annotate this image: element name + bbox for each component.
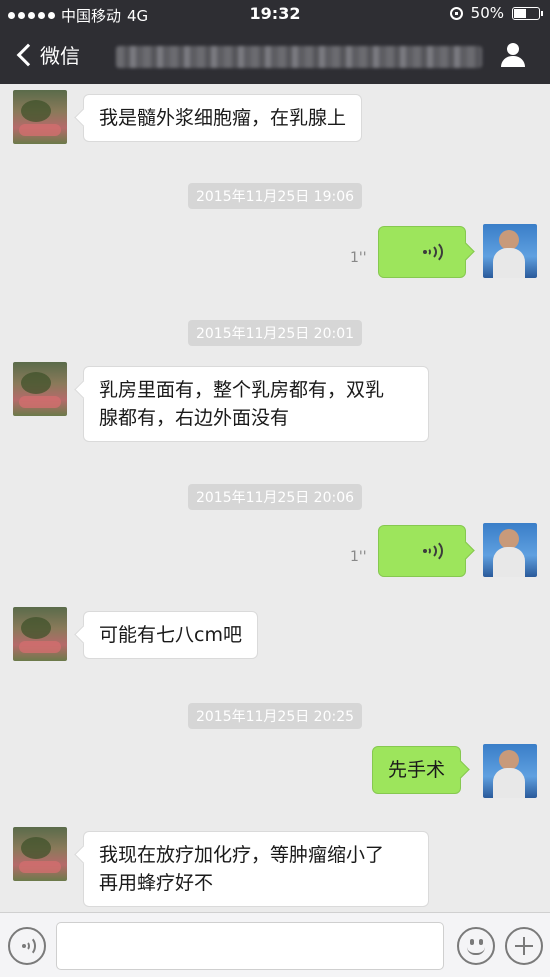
avatar-self[interactable] [483, 744, 537, 798]
timestamp-text: 2015年11月25日 20:06 [187, 484, 363, 510]
avatar-other[interactable] [13, 90, 67, 144]
timestamp: 2015年11月25日 20:01 [0, 320, 550, 346]
voice-input-button[interactable] [8, 927, 46, 965]
timestamp-text: 2015年11月25日 19:06 [187, 183, 363, 209]
message-text-line: 腺都有，右边外面没有 [99, 407, 290, 429]
message-bubble-outgoing[interactable]: 先手术 [372, 746, 462, 794]
avatar-self[interactable] [483, 523, 537, 577]
message-text-line: 我现在放疗加化疗，等肿瘤缩小了 [99, 844, 385, 866]
avatar-other[interactable] [13, 827, 67, 881]
avatar-other[interactable] [13, 362, 67, 416]
back-button[interactable]: 微信 [14, 40, 80, 69]
timestamp: 2015年11月25日 20:06 [0, 484, 550, 510]
rotation-lock-icon [449, 6, 463, 20]
status-right: 50% [449, 4, 543, 22]
status-bar: 中国移动 4G 19:32 50% [0, 0, 550, 28]
chat-title-blurred [116, 46, 482, 68]
nav-bar: 微信 [0, 28, 550, 84]
battery-percent: 50% [470, 4, 504, 22]
voice-message-bubble[interactable] [378, 525, 466, 577]
more-options-button[interactable] [505, 927, 543, 965]
chevron-left-icon [16, 43, 40, 66]
voice-duration: 1'' [350, 549, 367, 565]
message-bubble-incoming[interactable]: 我是髓外浆细胞瘤，在乳腺上 [83, 94, 363, 142]
voice-wave-icon [421, 539, 445, 563]
message-bubble-incoming[interactable]: 可能有七八cm吧 [83, 611, 258, 659]
message-bubble-incoming[interactable]: 我现在放疗加化疗，等肿瘤缩小了 再用蜂疗好不 [83, 831, 429, 907]
input-bar [0, 912, 550, 977]
battery-icon [512, 6, 543, 20]
person-icon[interactable] [500, 41, 526, 69]
message-text: 可能有七八cm吧 [99, 624, 242, 646]
timestamp-text: 2015年11月25日 20:01 [187, 320, 363, 346]
message-input[interactable] [56, 922, 444, 970]
voice-message-bubble[interactable] [378, 226, 466, 278]
message-text: 我是髓外浆细胞瘤，在乳腺上 [99, 107, 347, 129]
message-bubble-incoming[interactable]: 乳房里面有，整个乳房都有，双乳 腺都有，右边外面没有 [83, 366, 429, 442]
message-text: 先手术 [388, 759, 446, 781]
timestamp: 2015年11月25日 19:06 [0, 183, 550, 209]
timestamp-text: 2015年11月25日 20:25 [187, 703, 363, 729]
message-text-line: 乳房里面有，整个乳房都有，双乳 [99, 379, 385, 401]
timestamp: 2015年11月25日 20:25 [0, 703, 550, 729]
message-text-line: 再用蜂疗好不 [99, 872, 214, 894]
voice-wave-icon [421, 240, 445, 264]
voice-duration: 1'' [350, 250, 367, 266]
back-label: 微信 [40, 44, 80, 68]
avatar-other[interactable] [13, 607, 67, 661]
avatar-self[interactable] [483, 224, 537, 278]
emoji-button[interactable] [457, 927, 495, 965]
